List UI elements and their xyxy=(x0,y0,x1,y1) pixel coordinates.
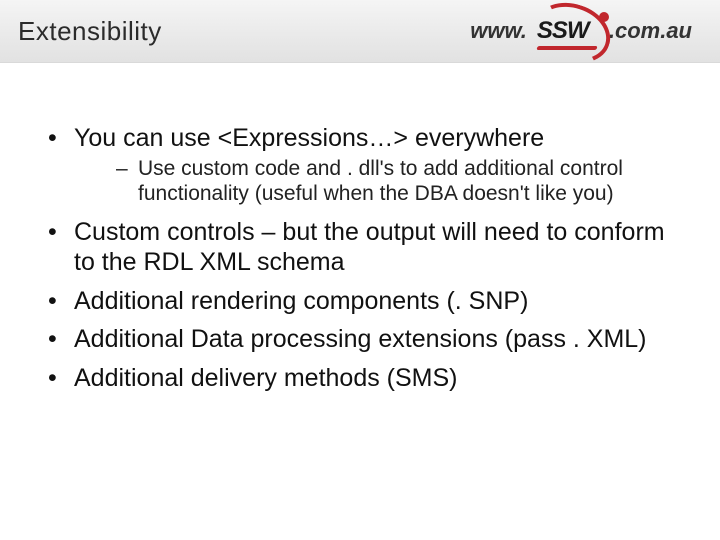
list-item: Additional rendering components (. SNP) xyxy=(40,286,680,317)
list-item: Custom controls – but the output will ne… xyxy=(40,217,680,278)
bullet-text: You can use <Expressions…> everywhere xyxy=(74,124,544,152)
sub-bullet-text: Use custom code and . dll's to add addit… xyxy=(138,157,623,206)
list-item: You can use <Expressions…> everywhere Us… xyxy=(40,123,680,207)
sub-list-item: Use custom code and . dll's to add addit… xyxy=(74,156,680,207)
slide-title: Extensibility xyxy=(0,16,162,47)
sub-list: Use custom code and . dll's to add addit… xyxy=(74,156,680,207)
bullet-text: Additional delivery methods (SMS) xyxy=(74,364,458,392)
company-logo: www. SSW .com.au xyxy=(470,6,692,56)
slide-header: Extensibility www. SSW .com.au xyxy=(0,0,720,63)
list-item: Additional delivery methods (SMS) xyxy=(40,363,680,394)
bullet-list: You can use <Expressions…> everywhere Us… xyxy=(40,123,680,393)
ssw-swoosh-icon: SSW xyxy=(529,6,607,56)
slide-body: You can use <Expressions…> everywhere Us… xyxy=(0,63,720,393)
logo-suffix: .com.au xyxy=(609,18,692,44)
logo-brand: SSW xyxy=(537,17,589,45)
bullet-text: Custom controls – but the output will ne… xyxy=(74,218,665,277)
list-item: Additional Data processing extensions (p… xyxy=(40,324,680,355)
bullet-text: Additional Data processing extensions (p… xyxy=(74,325,647,353)
logo-prefix: www. xyxy=(470,18,527,44)
bullet-text: Additional rendering components (. SNP) xyxy=(74,287,528,315)
